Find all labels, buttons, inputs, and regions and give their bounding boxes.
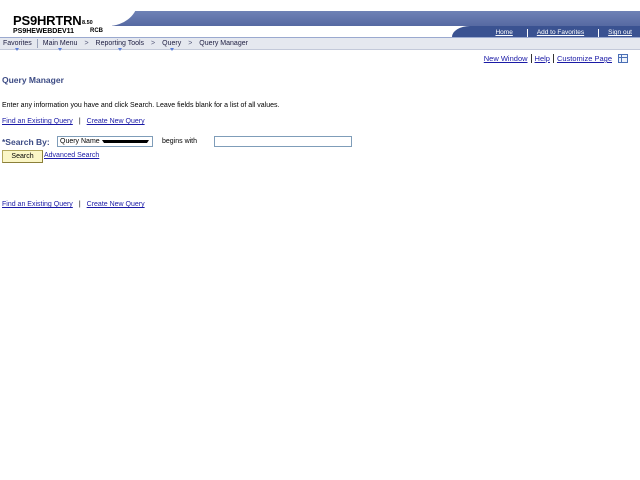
header-link-divider (598, 28, 600, 37)
instructions-text: Enter any information you have and click… (2, 102, 280, 109)
grid-icon[interactable] (618, 54, 628, 63)
banner-band (112, 11, 640, 26)
home-link[interactable]: Home (495, 29, 512, 36)
nav-current-page: Query Manager (199, 40, 248, 47)
sign-out-link[interactable]: Sign out (608, 29, 632, 36)
link-divider (552, 54, 554, 63)
nav-query[interactable]: Query (159, 40, 184, 51)
triangle-down-icon (15, 48, 20, 51)
create-new-query-link[interactable]: Create New Query (87, 201, 145, 208)
link-divider (530, 54, 532, 63)
header-banner: PS9HRTRN 8.50 PS9HEWEBDEV11 RCB Home Add… (0, 0, 640, 38)
create-new-query-link[interactable]: Create New Query (87, 118, 145, 125)
triangle-down-icon (58, 48, 63, 51)
query-action-links-top: Find an Existing Query | Create New Quer… (2, 118, 145, 125)
page-title: Query Manager (2, 75, 64, 85)
nav-reporting-tools[interactable]: Reporting Tools (93, 40, 148, 51)
find-existing-query-link[interactable]: Find an Existing Query (2, 118, 73, 125)
breadcrumb: Favorites Main Menu > Reporting Tools > … (0, 38, 640, 51)
tools-version: 8.50 (82, 20, 93, 26)
find-existing-query-link[interactable]: Find an Existing Query (2, 201, 73, 208)
operator-label: begins with (162, 138, 198, 145)
help-link[interactable]: Help (535, 54, 550, 63)
search-by-value: Query Name (60, 138, 100, 145)
header-link-divider (526, 28, 528, 37)
add-to-favorites-link[interactable]: Add to Favorites (537, 29, 584, 36)
chevron-down-icon (101, 140, 149, 143)
search-by-label: *Search By: (2, 137, 50, 147)
search-by-select[interactable]: Query Name (57, 136, 153, 147)
nav-favorites[interactable]: Favorites (0, 40, 35, 51)
user-id: RCB (90, 28, 103, 34)
customize-page-link[interactable]: Customize Page (557, 54, 612, 63)
search-value-input[interactable] (214, 136, 352, 147)
breadcrumb-separator: > (84, 40, 89, 47)
nav-main-menu-label: Main Menu (42, 40, 78, 47)
new-window-link[interactable]: New Window (484, 54, 528, 63)
nav-divider (36, 39, 38, 48)
triangle-down-icon (117, 48, 122, 51)
triangle-down-icon (169, 48, 174, 51)
database-name: PS9HRTRN (13, 13, 82, 28)
query-action-links-bottom: Find an Existing Query | Create New Quer… (2, 201, 145, 208)
link-pipe: | (78, 201, 81, 208)
node-name: PS9HEWEBDEV11 (13, 28, 75, 35)
nav-favorites-label: Favorites (3, 40, 32, 47)
breadcrumb-separator: > (151, 40, 156, 47)
nav-reporting-tools-label: Reporting Tools (95, 40, 145, 47)
breadcrumb-separator: > (188, 40, 193, 47)
page-utility-links: New Window Help Customize Page (484, 54, 628, 63)
header-links: Home Add to Favorites Sign out (495, 28, 632, 37)
nav-main-menu[interactable]: Main Menu (40, 40, 81, 51)
search-button[interactable]: Search (2, 150, 43, 163)
link-pipe: | (78, 118, 81, 125)
nav-query-label: Query (162, 40, 182, 47)
advanced-search-link[interactable]: Advanced Search (44, 152, 99, 159)
